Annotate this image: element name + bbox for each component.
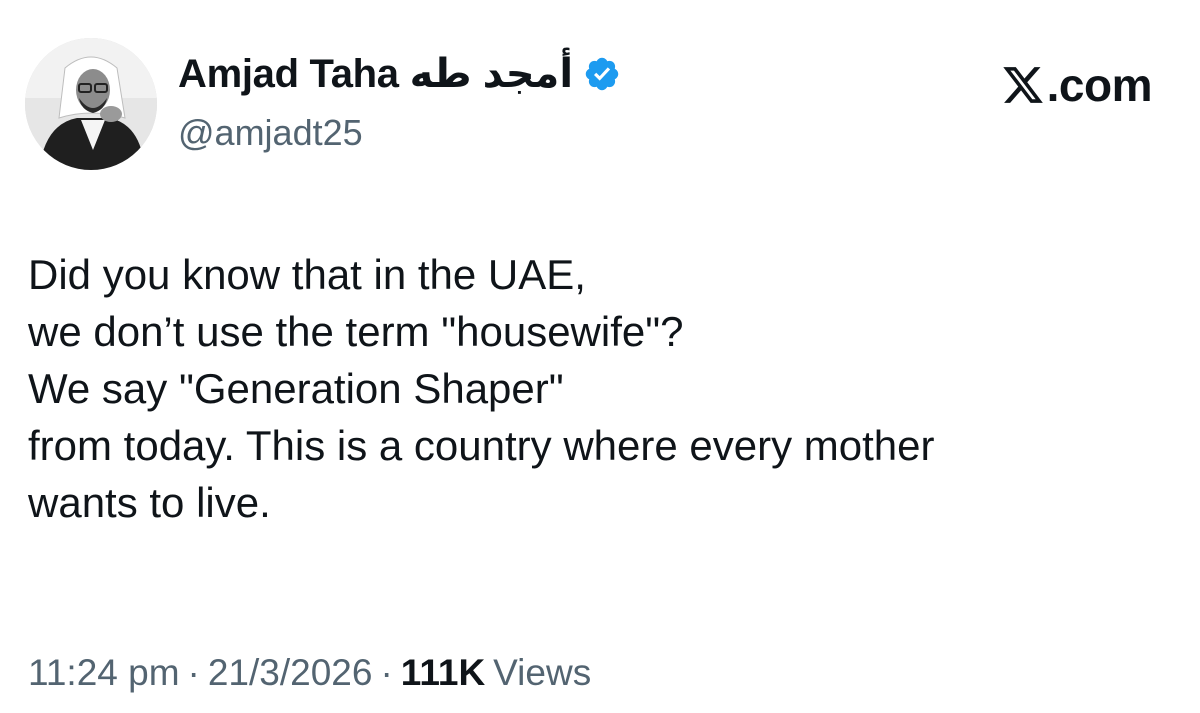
tweet-card: Amjad Taha أمجد طه @amjadt25 .com Did yo… bbox=[0, 0, 1200, 713]
x-logo-icon bbox=[1001, 63, 1045, 107]
brand-domain-text: .com bbox=[1046, 59, 1153, 111]
meta-separator: · bbox=[187, 652, 200, 693]
meta-separator: · bbox=[380, 652, 393, 693]
avatar-photo bbox=[25, 38, 157, 170]
tweet-text-line: wants to live. bbox=[28, 479, 271, 526]
author-name-row: Amjad Taha أمجد طه bbox=[178, 48, 621, 100]
author-display-name[interactable]: Amjad Taha أمجد طه bbox=[178, 51, 573, 97]
avatar[interactable] bbox=[25, 38, 157, 170]
tweet-text-line: we don’t use the term "housewife"? bbox=[28, 308, 684, 355]
verified-badge-icon[interactable] bbox=[583, 55, 621, 93]
tweet-text-line: Did you know that in the UAE, bbox=[28, 251, 586, 298]
views-label: Views bbox=[493, 652, 592, 693]
tweet-text: Did you know that in the UAE, we don’t u… bbox=[28, 246, 1178, 531]
tweet-text-line: We say "Generation Shaper" bbox=[28, 365, 564, 412]
tweet-time[interactable]: 11:24 pm bbox=[28, 652, 180, 693]
brand-watermark: .com bbox=[1001, 58, 1153, 112]
tweet-text-line: from today. This is a country where ever… bbox=[28, 422, 935, 469]
author-handle[interactable]: @amjadt25 bbox=[178, 112, 363, 154]
views-count[interactable]: 111K bbox=[401, 652, 485, 693]
tweet-date[interactable]: 21/3/2026 bbox=[208, 652, 373, 693]
tweet-meta: 11:24 pm · 21/3/2026 · 111K Views bbox=[28, 652, 591, 694]
